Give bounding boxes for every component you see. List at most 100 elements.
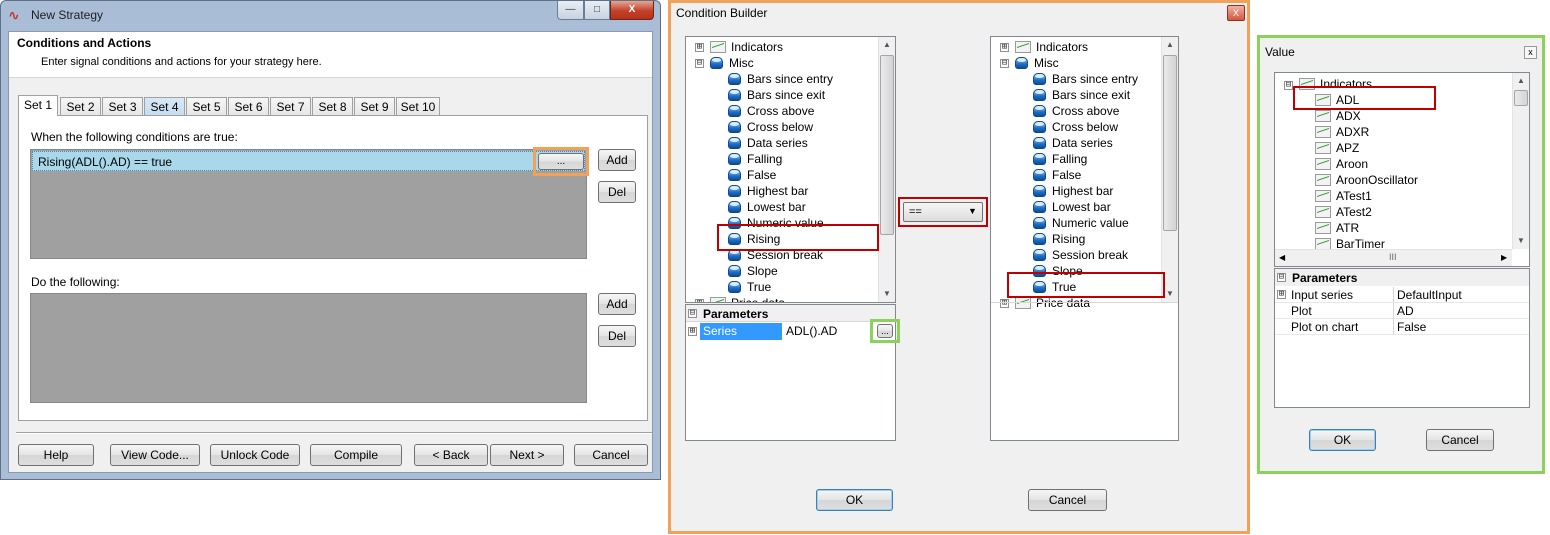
close-button[interactable]: X: [610, 1, 654, 20]
expand-indicators-icon[interactable]: ⊞: [1000, 43, 1009, 52]
tree-item-misc-child[interactable]: False: [1033, 167, 1081, 183]
right-condition-tree[interactable]: ⊞ Indicators ⊟ Misc Bars since entry Bars…: [990, 36, 1179, 441]
expand-series-icon[interactable]: ⊞: [688, 327, 697, 336]
scroll-down-icon[interactable]: ▼: [1513, 233, 1529, 249]
conditions-list[interactable]: Rising(ADL().AD) == true: [30, 149, 587, 259]
tree-item-misc-child[interactable]: Falling: [728, 151, 782, 167]
property-row[interactable]: Plot on chart False: [1275, 319, 1529, 335]
tree-item-misc-child[interactable]: Bars since entry: [1033, 71, 1138, 87]
collapse-misc-icon[interactable]: ⊟: [695, 59, 704, 68]
tree-item-misc-child[interactable]: Slope: [728, 263, 778, 279]
cancel-button[interactable]: Cancel: [574, 444, 648, 466]
tree-item-misc[interactable]: Misc: [1015, 55, 1059, 71]
maximize-button[interactable]: □: [584, 1, 610, 20]
property-row[interactable]: Plot AD: [1275, 303, 1529, 319]
close-button[interactable]: X: [1227, 5, 1245, 21]
tree-item-misc-child[interactable]: Cross below: [728, 119, 813, 135]
add-action-button[interactable]: Add: [598, 293, 636, 315]
tree-item-misc-child[interactable]: Bars since exit: [728, 87, 825, 103]
tree-item-indicator[interactable]: ADXR: [1315, 124, 1369, 140]
tree-item-misc-child[interactable]: Session break: [1033, 247, 1128, 263]
tab-set-3[interactable]: Set 3: [102, 97, 143, 116]
tree-item-misc-child[interactable]: Cross below: [1033, 119, 1118, 135]
tree-item-misc-child[interactable]: Data series: [1033, 135, 1113, 151]
scroll-thumb[interactable]: [880, 55, 894, 235]
add-condition-button[interactable]: Add: [598, 149, 636, 171]
scroll-up-icon[interactable]: ▲: [879, 37, 895, 53]
tree-item-indicators[interactable]: Indicators: [1299, 76, 1372, 92]
cancel-button[interactable]: Cancel: [1028, 489, 1107, 511]
indicator-tree-scrollbar[interactable]: ▲ ▼: [1512, 73, 1529, 249]
scroll-up-icon[interactable]: ▲: [1513, 73, 1529, 89]
minimize-button[interactable]: —: [557, 1, 584, 20]
tree-item-misc-child[interactable]: Lowest bar: [728, 199, 806, 215]
scroll-left-icon[interactable]: ◀: [1279, 253, 1285, 262]
tree-item-misc-child[interactable]: Rising: [1033, 231, 1085, 247]
tree-item-misc[interactable]: Misc: [710, 55, 754, 71]
tree-item-indicators[interactable]: Indicators: [1015, 39, 1088, 55]
tree-item-misc-child[interactable]: Lowest bar: [1033, 199, 1111, 215]
tab-set-9[interactable]: Set 9: [354, 97, 395, 116]
tab-set-7[interactable]: Set 7: [270, 97, 311, 116]
tab-set-1[interactable]: Set 1: [18, 95, 58, 116]
tab-set-5[interactable]: Set 5: [186, 97, 227, 116]
tree-item-misc-child[interactable]: Numeric value: [728, 215, 824, 231]
scroll-thumb[interactable]: [1163, 55, 1177, 231]
tree-item-price-data[interactable]: Price data: [1015, 295, 1090, 311]
tree-item-misc-child[interactable]: Cross above: [1033, 103, 1119, 119]
tree-item-misc-child[interactable]: True: [728, 279, 771, 295]
tab-set-6[interactable]: Set 6: [228, 97, 269, 116]
ok-button[interactable]: OK: [816, 489, 893, 511]
help-button[interactable]: Help: [18, 444, 94, 466]
tree-item-indicator[interactable]: AroonOscillator: [1315, 172, 1418, 188]
actions-list[interactable]: [30, 293, 587, 403]
collapse-parameters-icon[interactable]: ⊟: [1277, 273, 1286, 282]
left-tree-scrollbar[interactable]: ▲ ▼: [878, 37, 895, 302]
view-code-button[interactable]: View Code...: [110, 444, 200, 466]
tree-item-misc-child[interactable]: Cross above: [728, 103, 814, 119]
left-parameters-grid[interactable]: ⊟ Parameters ⊞ Series ADL().AD: [685, 304, 896, 441]
expand-indicators-icon[interactable]: ⊞: [695, 43, 704, 52]
tree-item-indicators[interactable]: Indicators: [710, 39, 783, 55]
ok-button[interactable]: OK: [1309, 429, 1376, 451]
tree-item-price-data[interactable]: Price data: [710, 295, 785, 302]
tab-set-2[interactable]: Set 2: [60, 97, 101, 116]
series-param-row[interactable]: ⊞ Series ADL().AD: [686, 323, 895, 340]
tree-item-indicator[interactable]: APZ: [1315, 140, 1359, 156]
left-condition-tree[interactable]: ⊞ Indicators ⊟ Misc Bars since entry Bars…: [685, 36, 896, 303]
tree-item-indicator[interactable]: ATR: [1315, 220, 1359, 236]
next-button[interactable]: Next >: [490, 444, 564, 466]
tree-item-misc-child[interactable]: Slope: [1033, 263, 1083, 279]
tree-item-indicator[interactable]: ATest1: [1315, 188, 1372, 204]
scroll-thumb[interactable]: [1514, 90, 1528, 106]
scroll-right-icon[interactable]: ▶: [1501, 253, 1507, 262]
tree-item-indicator[interactable]: ADL: [1315, 92, 1359, 108]
tree-item-misc-child[interactable]: Highest bar: [1033, 183, 1113, 199]
back-button[interactable]: < Back: [414, 444, 488, 466]
tree-item-indicator[interactable]: ATest2: [1315, 204, 1372, 220]
tree-item-misc-child[interactable]: Bars since entry: [728, 71, 833, 87]
collapse-misc-icon[interactable]: ⊟: [1000, 59, 1009, 68]
expand-input-series-icon[interactable]: ⊞: [1277, 290, 1286, 299]
tree-item-misc-child[interactable]: False: [728, 167, 776, 183]
scroll-down-icon[interactable]: ▼: [879, 286, 895, 302]
property-row[interactable]: ⊞ Input series DefaultInput: [1275, 287, 1529, 303]
cancel-button[interactable]: Cancel: [1426, 429, 1494, 451]
scroll-down-icon[interactable]: ▼: [1162, 286, 1178, 302]
condition-row[interactable]: Rising(ADL().AD) == true: [32, 151, 585, 171]
operator-dropdown[interactable]: == ▼: [903, 202, 983, 222]
tab-set-10[interactable]: Set 10: [396, 97, 440, 116]
expand-price-data-icon[interactable]: ⊞: [1000, 299, 1009, 308]
scroll-grip[interactable]: III: [1389, 252, 1397, 262]
tree-item-misc-child[interactable]: Rising: [728, 231, 780, 247]
tree-item-indicator[interactable]: Aroon: [1315, 156, 1368, 172]
scroll-up-icon[interactable]: ▲: [1162, 37, 1178, 53]
tree-item-misc-child[interactable]: Session break: [728, 247, 823, 263]
delete-action-button[interactable]: Del: [598, 325, 636, 347]
tree-item-misc-child[interactable]: Falling: [1033, 151, 1087, 167]
indicator-tree[interactable]: ⊟ Indicators ADL ADX ADXR APZ Aroon AroonOsci…: [1274, 72, 1530, 267]
tree-item-misc-child[interactable]: Highest bar: [728, 183, 808, 199]
delete-condition-button[interactable]: Del: [598, 181, 636, 203]
value-parameters-grid[interactable]: ⊟ Parameters ⊞ Input series DefaultInput Pl…: [1274, 268, 1530, 408]
tree-item-misc-child[interactable]: Bars since exit: [1033, 87, 1130, 103]
